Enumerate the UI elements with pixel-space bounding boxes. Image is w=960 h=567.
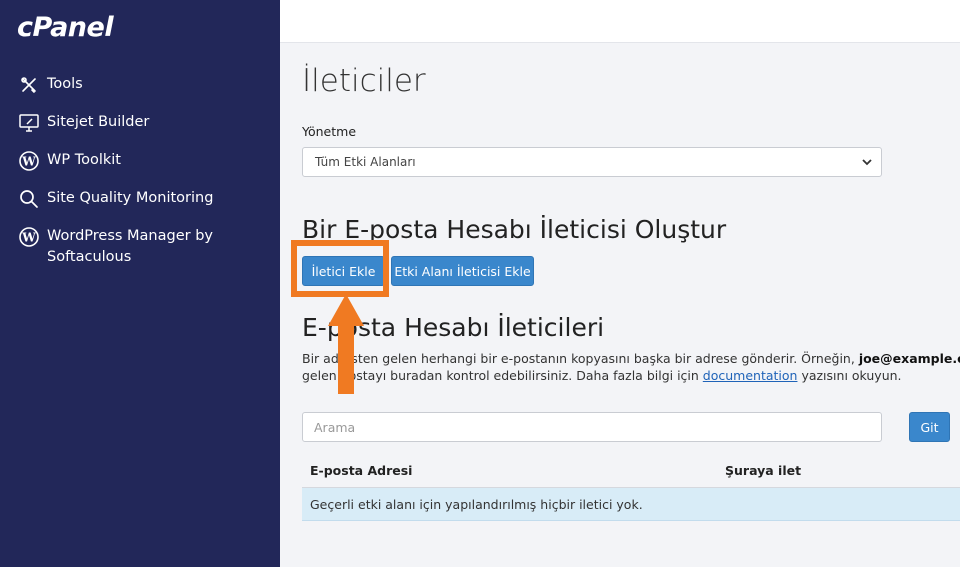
sidebar-item-site-quality-monitoring[interactable]: Site Quality Monitoring (0, 180, 280, 218)
page-title: İleticiler (302, 63, 426, 99)
main-content: İleticiler Yönetme Tüm Etki Alanları Bir… (280, 43, 960, 567)
sidebar-item-label: Tools (47, 76, 83, 92)
cpanel-logo[interactable]: cPanel (17, 12, 114, 43)
manage-label: Yönetme (302, 124, 357, 139)
tools-icon (18, 74, 40, 96)
search-input[interactable] (302, 412, 882, 442)
svg-text:W: W (21, 155, 36, 169)
sidebar-item-label: WP Toolkit (47, 152, 121, 168)
sidebar-item-tools[interactable]: Tools (0, 66, 280, 104)
column-header-forward-to[interactable]: Şuraya ilet (725, 463, 801, 478)
sidebar-nav: Tools Sitejet Builder W WP Toolkit Site … (0, 66, 280, 276)
domain-select-value: Tüm Etki Alanları (315, 155, 416, 169)
sidebar: cPanel Tools Sitejet Builder W WP Toolki… (0, 0, 280, 567)
sidebar-item-sitejet-builder[interactable]: Sitejet Builder (0, 104, 280, 142)
arrow-up-icon (328, 294, 364, 399)
magnifier-icon (18, 188, 40, 210)
sidebar-item-wp-toolkit[interactable]: W WP Toolkit (0, 142, 280, 180)
domain-select[interactable]: Tüm Etki Alanları (302, 147, 882, 177)
empty-table-row: Geçerli etki alanı için yapılandırılmış … (302, 488, 960, 521)
sidebar-item-wordpress-manager[interactable]: W WordPress Manager by Softaculous (0, 218, 280, 276)
chevron-down-icon (861, 156, 873, 168)
description-text: Bir adresten gelen herhangi bir e-postan… (302, 350, 960, 384)
column-header-email[interactable]: E-posta Adresi (310, 463, 412, 478)
monitor-icon (18, 112, 40, 134)
sidebar-item-label: Sitejet Builder (47, 114, 150, 130)
sidebar-item-label: WordPress Manager by Softaculous (47, 228, 213, 265)
go-button[interactable]: Git (909, 412, 950, 442)
add-domain-forwarder-button[interactable]: Etki Alanı İleticisi Ekle (391, 256, 534, 286)
example-email: joe@example.com (858, 351, 960, 366)
documentation-link[interactable]: documentation (703, 368, 798, 383)
sidebar-item-label: Site Quality Monitoring (47, 190, 214, 206)
top-bar (280, 0, 960, 43)
wordpress-icon: W (18, 226, 40, 248)
wordpress-icon: W (18, 150, 40, 172)
highlight-box (291, 240, 389, 297)
svg-text:W: W (21, 231, 36, 245)
